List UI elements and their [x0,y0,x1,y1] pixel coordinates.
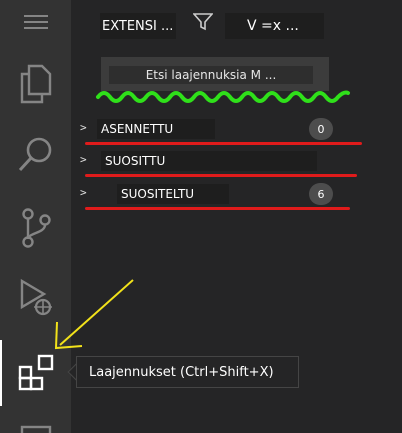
extension-search-placeholder: Etsi laajennuksia M ... [109,66,313,84]
remote-explorer-icon [20,425,51,433]
activity-bar [0,0,71,433]
red-underline-popular [85,174,357,177]
section-recommended-count: 6 [309,183,333,205]
filter-button[interactable] [191,10,215,34]
run-debug-button[interactable] [0,270,71,326]
views-and-more-actions[interactable]: V =x ... [225,13,324,39]
extensions-tooltip: Laajennukset (Ctrl+Shift+X) [76,356,299,388]
red-underline-recommended [85,207,350,210]
search-icon [18,137,51,172]
section-installed[interactable]: > ASENNETTU 0 [71,115,402,143]
source-control-button[interactable] [0,200,71,256]
search-button[interactable] [0,126,71,182]
menu-icon [23,15,48,29]
section-popular[interactable]: > SUOSITTU [71,147,402,175]
section-recommended-label: SUOSITELTU [117,184,229,204]
filter-icon [193,13,213,31]
red-underline-installed [85,142,362,145]
run-debug-icon [20,278,52,316]
section-popular-label: SUOSITTU [101,151,317,171]
extension-search-field[interactable]: Etsi laajennuksia M ... [101,57,329,91]
extensions-icon [18,354,53,391]
source-control-icon [21,208,51,248]
sidebar-title: EXTENSI ... [100,13,176,39]
section-installed-label: ASENNETTU [97,119,215,139]
extensions-button[interactable] [0,340,71,406]
chevron-right-icon: > [80,153,87,166]
menu-button[interactable] [0,0,71,44]
chevron-right-icon: > [80,186,87,199]
section-recommended[interactable]: > SUOSITELTU 6 [71,180,402,208]
chevron-right-icon: > [80,121,87,134]
explorer-button[interactable] [0,56,71,112]
section-installed-count: 0 [309,118,333,140]
remote-explorer-button[interactable] [0,414,71,433]
files-icon [20,64,51,104]
